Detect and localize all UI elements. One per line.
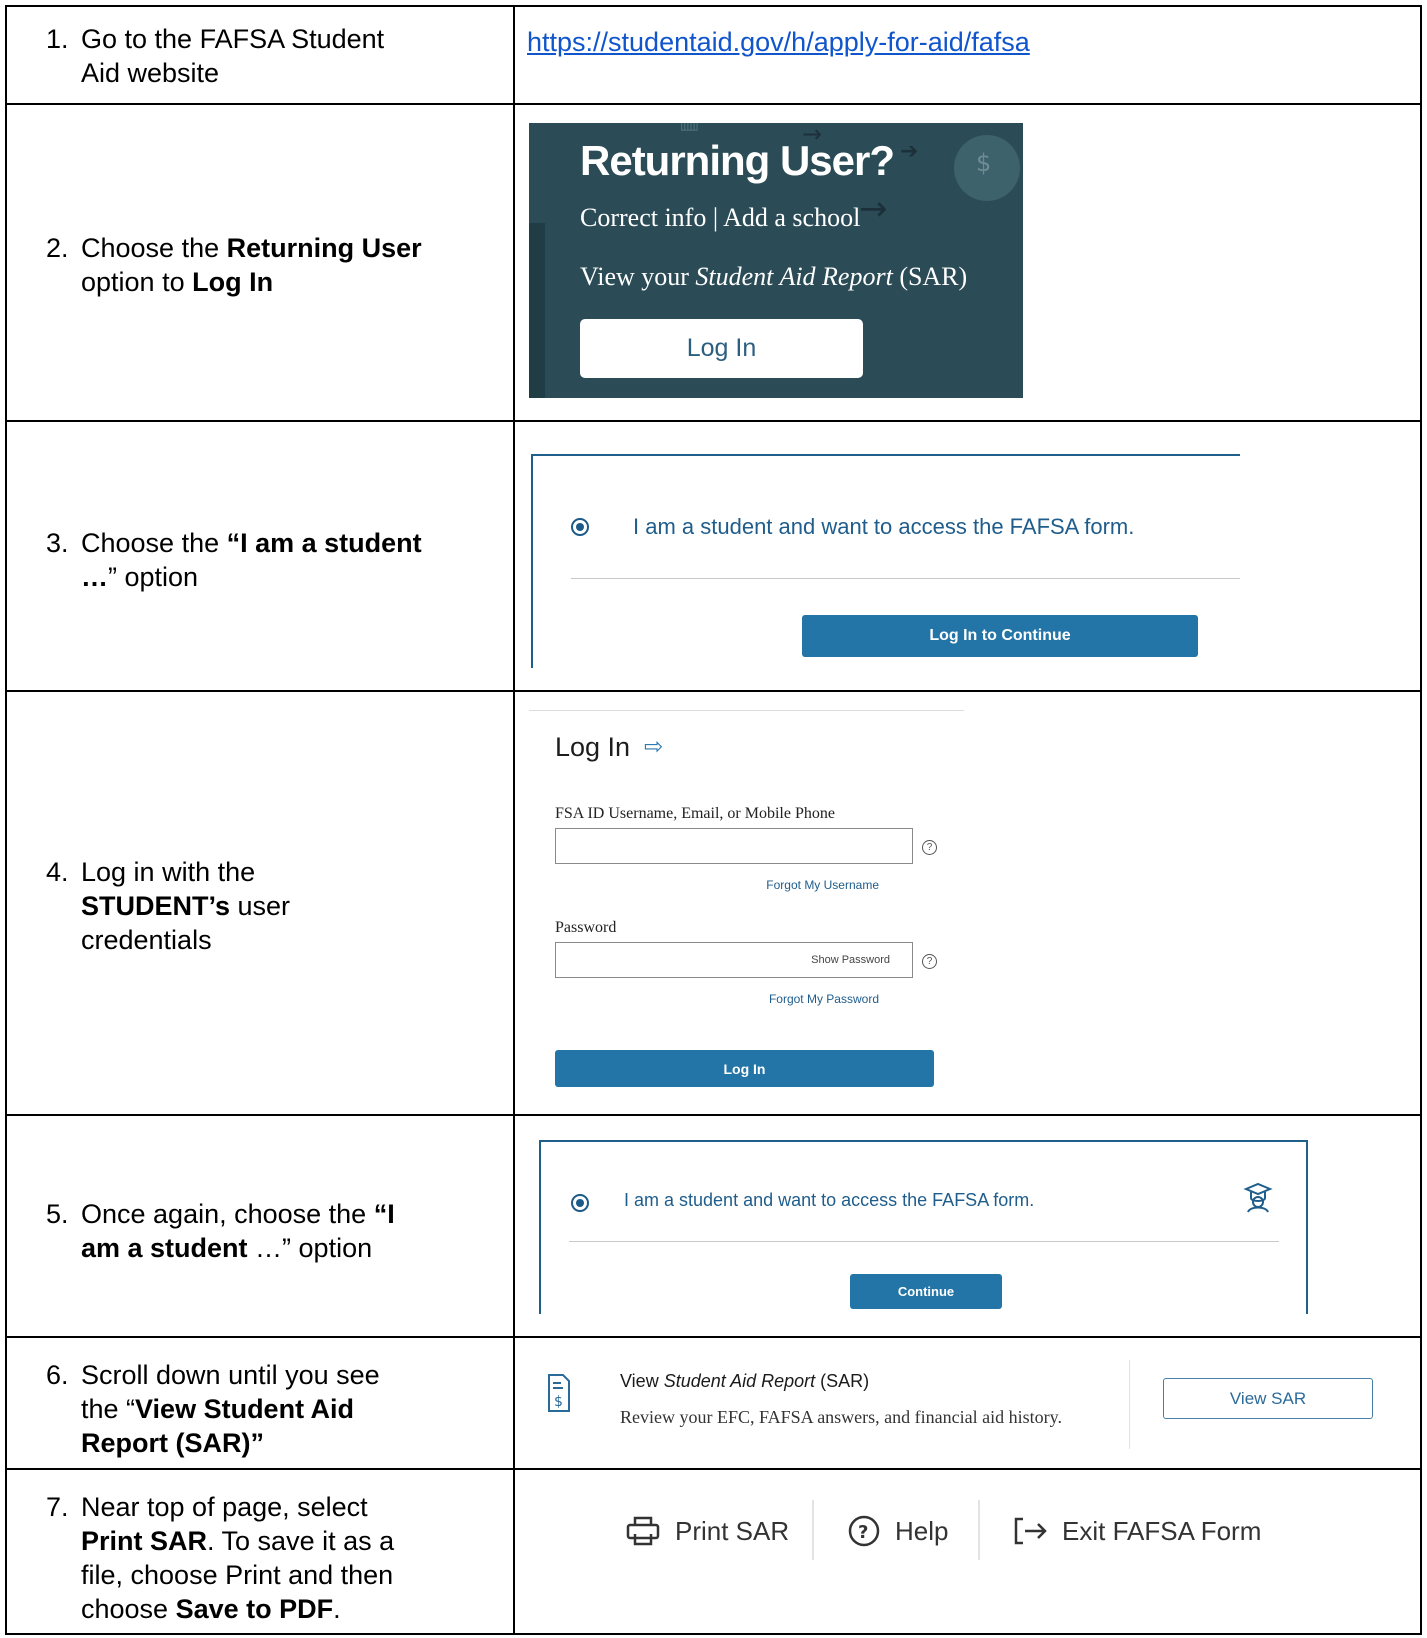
student-option-label[interactable]: I am a student and want to access the FA… xyxy=(624,1190,1034,1211)
step-6: 6. Scroll down until you see the “View S… xyxy=(46,1360,380,1458)
fafsa-website-link[interactable]: https://studentaid.gov/h/apply-for-aid/f… xyxy=(527,27,1030,58)
print-sar-button[interactable]: Print SAR xyxy=(675,1516,789,1547)
svg-text:?: ? xyxy=(858,1522,868,1543)
help-icon[interactable]: ? xyxy=(922,840,937,855)
sar-panel-title: View Student Aid Report (SAR) xyxy=(620,1371,870,1391)
document-dollar-icon: $ xyxy=(547,1373,571,1413)
password-input[interactable]: Show Password xyxy=(555,942,913,978)
password-label: Password xyxy=(555,919,617,936)
row-divider xyxy=(5,420,1422,422)
returning-user-login-button[interactable]: Log In xyxy=(580,319,863,378)
step-1: 1. Go to the FAFSA Student Aid website xyxy=(46,24,385,88)
row-divider xyxy=(5,690,1422,692)
step-7: 7. Near top of page, select Print SAR. T… xyxy=(46,1492,395,1624)
column-divider xyxy=(513,5,515,1635)
step-2: 2. Choose the Returning User option to L… xyxy=(46,233,422,297)
student-option-label[interactable]: I am a student and want to access the FA… xyxy=(633,514,1134,540)
help-icon[interactable]: ? xyxy=(922,954,937,969)
step-5: 5. Once again, choose the “I am a studen… xyxy=(46,1199,395,1263)
login-submit-button[interactable]: Log In xyxy=(555,1050,934,1087)
username-label: FSA ID Username, Email, or Mobile Phone xyxy=(555,805,835,822)
row-divider xyxy=(5,1336,1422,1338)
forgot-username-link[interactable]: Forgot My Username xyxy=(766,878,879,892)
step-number: 1. xyxy=(46,24,69,54)
row-divider xyxy=(5,103,1422,105)
exit-icon[interactable] xyxy=(1013,1516,1049,1546)
student-option-card: I am a student and want to access the FA… xyxy=(539,1140,1308,1314)
graduate-icon xyxy=(1241,1180,1275,1214)
building-icon: ▥ xyxy=(679,123,700,134)
student-radio-button[interactable] xyxy=(571,518,589,536)
arrow-circle-icon: ➔ xyxy=(900,139,919,164)
view-sar-button[interactable]: View SAR xyxy=(1163,1378,1373,1419)
returning-user-card: $ ➔ → → ▥ Returning User? Correct info |… xyxy=(529,123,1023,398)
exit-fafsa-form-button[interactable]: Exit FAFSA Form xyxy=(1062,1516,1261,1547)
continue-button[interactable]: Continue xyxy=(850,1274,1002,1309)
student-radio-button[interactable] xyxy=(571,1194,589,1212)
login-form: Log In ⇨ FSA ID Username, Email, or Mobi… xyxy=(529,710,964,1100)
dollar-refresh-icon: $ xyxy=(976,149,992,177)
help-circle-icon[interactable]: ? xyxy=(847,1514,881,1548)
svg-text:$: $ xyxy=(554,1394,563,1410)
step-4: 4. Log in with the STUDENT’s user creden… xyxy=(46,857,291,955)
help-button[interactable]: Help xyxy=(895,1516,948,1547)
sign-in-icon: ⇨ xyxy=(644,734,664,760)
login-to-continue-button[interactable]: Log In to Continue xyxy=(802,615,1198,657)
student-option-card: I am a student and want to access the FA… xyxy=(531,454,1240,668)
printer-icon[interactable] xyxy=(626,1516,660,1546)
login-title: Log In xyxy=(555,732,631,762)
row-divider xyxy=(5,1114,1422,1116)
step-3: 3. Choose the “I am a student …” option xyxy=(46,528,422,592)
forgot-password-link[interactable]: Forgot My Password xyxy=(769,992,879,1006)
row-divider xyxy=(5,1468,1422,1470)
sar-panel-description: Review your EFC, FAFSA answers, and fina… xyxy=(620,1407,1062,1427)
show-password-toggle[interactable]: Show Password xyxy=(811,954,890,966)
arrow-icon: → xyxy=(859,189,888,229)
username-input[interactable] xyxy=(555,828,913,864)
